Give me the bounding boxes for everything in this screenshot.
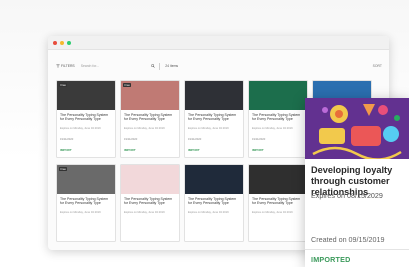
card-created: 19/11/2020 <box>252 138 266 141</box>
filter-label: FILTERS <box>61 64 75 68</box>
card-thumbnail <box>185 165 243 194</box>
card-thumbnail <box>249 81 307 110</box>
card-title: The Personality Typing System for Every … <box>252 113 301 122</box>
content-card[interactable]: The Personality Typing System for Every … <box>184 80 244 158</box>
card-thumbnail <box>185 81 243 110</box>
card-badge: Free <box>123 83 132 87</box>
sort-button[interactable]: SORT <box>373 64 382 68</box>
toolbar-divider <box>158 62 160 70</box>
card-title: The Personality Typing System for Every … <box>124 197 173 206</box>
card-expiry: Expires on Monday, June 04 2019 <box>188 211 229 214</box>
card-expiry: Expires on Monday, June 04 2019 <box>188 127 229 130</box>
card-title: The Personality Typing System for Every … <box>124 113 173 122</box>
window-titlebar <box>48 36 389 50</box>
card-divider <box>305 249 409 250</box>
card-created: 19/11/2020 <box>188 138 202 141</box>
imported-status: IMPORTED <box>311 255 351 264</box>
selected-course-card[interactable]: Developing loyalty through customer rela… <box>305 98 409 267</box>
card-expiry: Expires on Monday, June 04 2019 <box>252 127 293 130</box>
toolbar: FILTERS Search for... 24 items SORT <box>56 61 382 71</box>
search-icon[interactable] <box>150 64 155 68</box>
card-title: The Personality Typing System for Every … <box>188 113 237 122</box>
minimize-dot[interactable] <box>60 40 64 45</box>
content-card[interactable]: The Personality Typing System for Every … <box>120 164 180 242</box>
content-card[interactable]: Free The Personality Typing System for E… <box>56 80 116 158</box>
course-created: Created on 09/15/2019 <box>311 235 385 244</box>
card-title: The Personality Typing System for Every … <box>188 197 237 206</box>
card-expiry: Expires on Monday, June 04 2019 <box>124 211 165 214</box>
search-input[interactable]: Search for... <box>81 64 151 68</box>
content-card[interactable]: Free The Personality Typing System for E… <box>120 80 180 158</box>
card-expiry: Expires on Monday, June 04 2019 <box>252 211 293 214</box>
card-created: 19/11/2020 <box>124 138 138 141</box>
card-title: The Personality Typing System for Every … <box>60 113 109 122</box>
card-created: 19/11/2020 <box>60 138 74 141</box>
content-card[interactable]: The Personality Typing System for Every … <box>248 80 308 158</box>
card-thumbnail <box>249 165 307 194</box>
card-import-link[interactable]: IMPORT <box>188 148 200 152</box>
maximize-dot[interactable] <box>67 40 71 45</box>
card-expiry: Expires on Monday, June 04 2019 <box>60 211 101 214</box>
card-import-link[interactable]: IMPORT <box>60 148 72 152</box>
close-dot[interactable] <box>53 40 57 45</box>
card-import-link[interactable]: IMPORT <box>252 148 264 152</box>
filter-button[interactable]: FILTERS <box>56 64 75 68</box>
course-illustration <box>305 98 409 161</box>
card-import-link[interactable]: IMPORT <box>124 148 136 152</box>
card-title: The Personality Typing System for Every … <box>60 197 109 206</box>
card-expiry: Expires on Monday, June 04 2019 <box>124 127 165 130</box>
course-expiry: Expires on 08/15/2029 <box>311 191 383 200</box>
card-title: The Personality Typing System for Every … <box>252 197 301 206</box>
content-card[interactable]: The Personality Typing System for Every … <box>248 164 308 242</box>
card-badge: Free <box>59 83 68 87</box>
item-count: 24 items <box>165 64 179 68</box>
content-card[interactable]: The Personality Typing System for Every … <box>184 164 244 242</box>
card-badge: Free <box>59 167 68 171</box>
filter-icon <box>56 64 60 68</box>
content-card[interactable]: Free The Personality Typing System for E… <box>56 164 116 242</box>
card-expiry: Expires on Monday, June 04 2019 <box>60 127 101 130</box>
illustration-art <box>305 98 409 161</box>
card-thumbnail <box>121 165 179 194</box>
